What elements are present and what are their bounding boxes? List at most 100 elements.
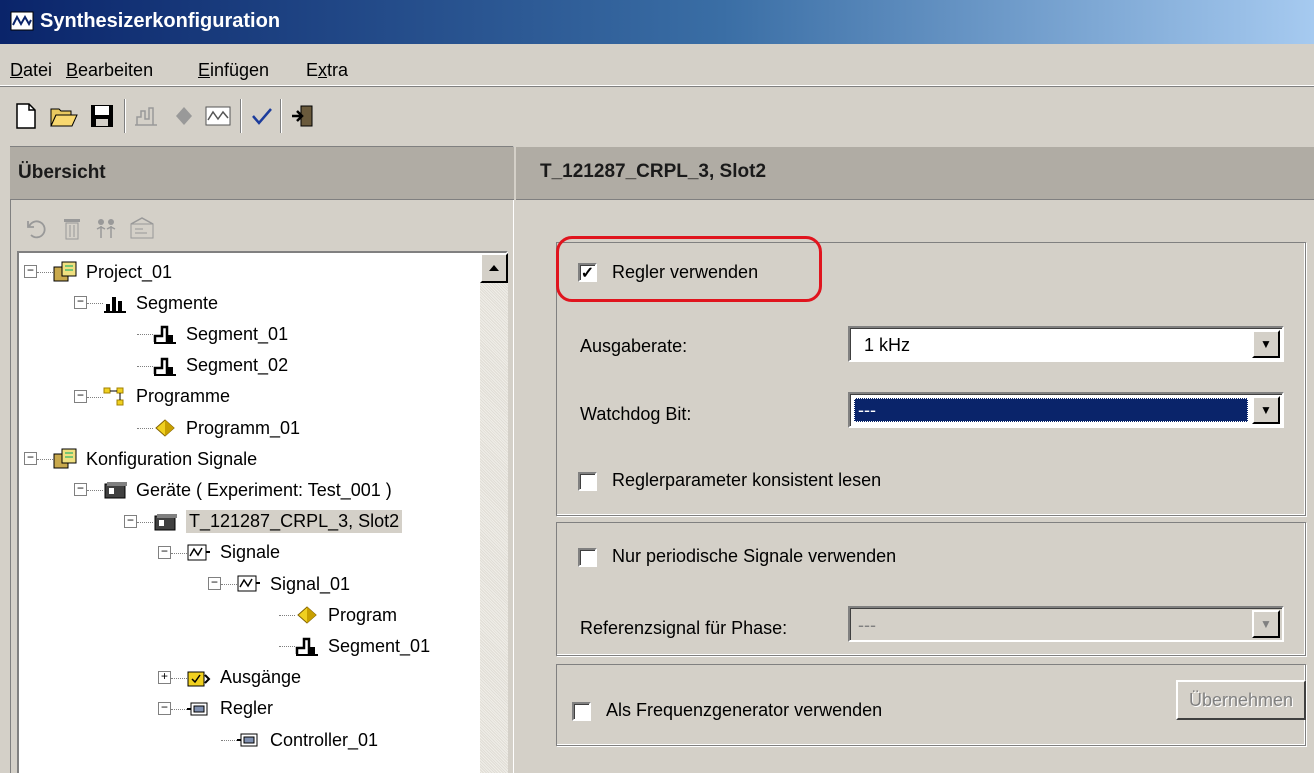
tree-connector [171, 708, 187, 710]
new-file-icon[interactable] [12, 101, 40, 131]
collapse-icon[interactable]: − [24, 265, 37, 278]
programs-icon [102, 386, 128, 408]
tree-connector [137, 334, 153, 336]
tree-connector [37, 459, 53, 461]
tree-node-label: T_121287_CRPL_3, Slot2 [186, 510, 403, 534]
tree-node[interactable]: Project_01 [52, 258, 172, 286]
tree-node[interactable]: Segment_01 [294, 632, 430, 660]
devices-icon [102, 479, 128, 501]
open-folder-icon[interactable] [50, 101, 78, 131]
tree-node[interactable]: Konfiguration Signale [52, 445, 257, 473]
menu-datei[interactable]: Datei [10, 60, 52, 81]
tree-connector [137, 521, 153, 523]
title-bar: Synthesizerkonfiguration [0, 0, 1314, 44]
arrow-up-icon [489, 265, 499, 271]
segment-icon[interactable] [132, 101, 160, 131]
signals-icon [186, 542, 212, 564]
users-icon[interactable] [92, 214, 120, 242]
menu-extra[interactable]: Extra [306, 60, 348, 81]
tree-node-label: Segment_02 [186, 355, 289, 376]
signal-icon [236, 573, 262, 595]
tree-connector [279, 615, 295, 617]
collapse-icon[interactable]: − [124, 514, 137, 528]
segment-icon [152, 355, 178, 377]
collapse-icon[interactable]: − [74, 296, 87, 310]
tree-node[interactable]: Geräte ( Experiment: Test_001 ) [102, 476, 392, 504]
tree-connector [87, 303, 103, 305]
undo-icon[interactable] [22, 214, 50, 242]
controller-icon [236, 729, 262, 751]
tree-node[interactable]: Signal_01 [236, 570, 350, 598]
save-icon[interactable] [88, 101, 116, 131]
tree-node[interactable]: Regler [186, 695, 273, 723]
tree-node[interactable]: Programm_01 [152, 414, 300, 442]
properties-icon[interactable] [128, 214, 156, 242]
segment-icon [294, 635, 320, 657]
chevron-down-icon[interactable]: ▼ [1252, 330, 1280, 358]
menu-bar: Datei Bearbeiten Einfügen Extra [0, 44, 1314, 86]
chevron-down-icon[interactable]: ▼ [1252, 396, 1280, 424]
menu-einfuegen[interactable]: Einfügen [198, 60, 269, 81]
detail-header: T_121287_CRPL_3, Slot2 [516, 147, 1314, 200]
tree-node[interactable]: Segment_02 [152, 352, 288, 380]
delete-icon[interactable] [58, 214, 86, 242]
tree-node[interactable]: Programme [102, 383, 230, 411]
collapse-icon[interactable]: − [158, 545, 171, 559]
tree-node[interactable]: Segmente [102, 289, 218, 317]
tree-connector [137, 428, 153, 429]
tree-node-label: Konfiguration Signale [86, 448, 258, 469]
project-icon [52, 261, 78, 283]
signal-window-icon [10, 11, 34, 31]
scroll-up-button[interactable] [480, 253, 508, 283]
tree-node[interactable]: T_121287_CRPL_3, Slot2 [152, 508, 403, 536]
tree-node-label: Segmente [136, 292, 219, 313]
periodisch-checkbox[interactable] [578, 548, 597, 567]
frequenzgenerator-checkbox[interactable] [572, 702, 591, 721]
device-icon [152, 511, 178, 533]
expand-icon[interactable]: + [158, 670, 171, 684]
ausgaberate-label: Ausgaberate: [580, 336, 688, 356]
tree-node[interactable]: Program [294, 601, 397, 629]
program-icon[interactable] [170, 101, 198, 131]
collapse-icon[interactable]: − [158, 701, 171, 715]
tree-node[interactable]: Controller_01 [236, 726, 378, 754]
watchdog-label: Watchdog Bit: [580, 404, 692, 424]
tree-connector [87, 396, 103, 398]
selected-value-highlight [854, 398, 1248, 422]
annotation-highlight [556, 236, 822, 302]
collapse-icon[interactable]: − [24, 452, 37, 466]
tree-node[interactable]: Ausgänge [186, 664, 301, 692]
ausgaberate-select[interactable]: 1 kHz ▼ [848, 326, 1284, 362]
project-icon [52, 448, 78, 470]
watchdog-select[interactable]: --- ▼ [848, 392, 1284, 428]
tree-scrollbar[interactable] [480, 253, 508, 773]
tree-node-label: Segment_01 [328, 635, 431, 656]
check-icon[interactable] [248, 101, 276, 131]
tree-connector [87, 490, 103, 492]
collapse-icon[interactable]: − [74, 483, 87, 497]
window-title: Synthesizerkonfiguration [40, 10, 281, 32]
ausgaberate-value: 1 kHz [864, 335, 911, 355]
tree-node-label: Project_01 [86, 261, 173, 282]
tree-connector [279, 646, 295, 648]
tree-node[interactable]: Signale [186, 539, 280, 567]
tree-node-label: Ausgänge [220, 667, 302, 688]
apply-button[interactable]: Übernehmen [1176, 680, 1306, 720]
controller-icon [186, 698, 212, 720]
tree-node-label: Segment_01 [186, 323, 289, 344]
menu-bearbeiten[interactable]: Bearbeiten [66, 60, 153, 81]
collapse-icon[interactable]: − [208, 577, 221, 590]
tree-node-label: Controller_01 [270, 729, 379, 750]
collapse-icon[interactable]: − [74, 389, 87, 403]
tree-node[interactable]: Segment_01 [152, 320, 288, 348]
chevron-down-icon[interactable]: ▼ [1252, 610, 1280, 638]
segment-icon [152, 323, 178, 345]
periodisch-label: Nur periodische Signale verwenden [612, 546, 897, 566]
tree-connector [171, 677, 187, 679]
overview-header: Übersicht [10, 147, 514, 200]
tree-node-label: Programme [136, 386, 231, 407]
exit-icon[interactable] [288, 101, 316, 131]
konsistent-checkbox[interactable] [578, 472, 597, 491]
referenz-select[interactable]: --- ▼ [848, 606, 1284, 642]
signal-icon[interactable] [204, 101, 232, 131]
